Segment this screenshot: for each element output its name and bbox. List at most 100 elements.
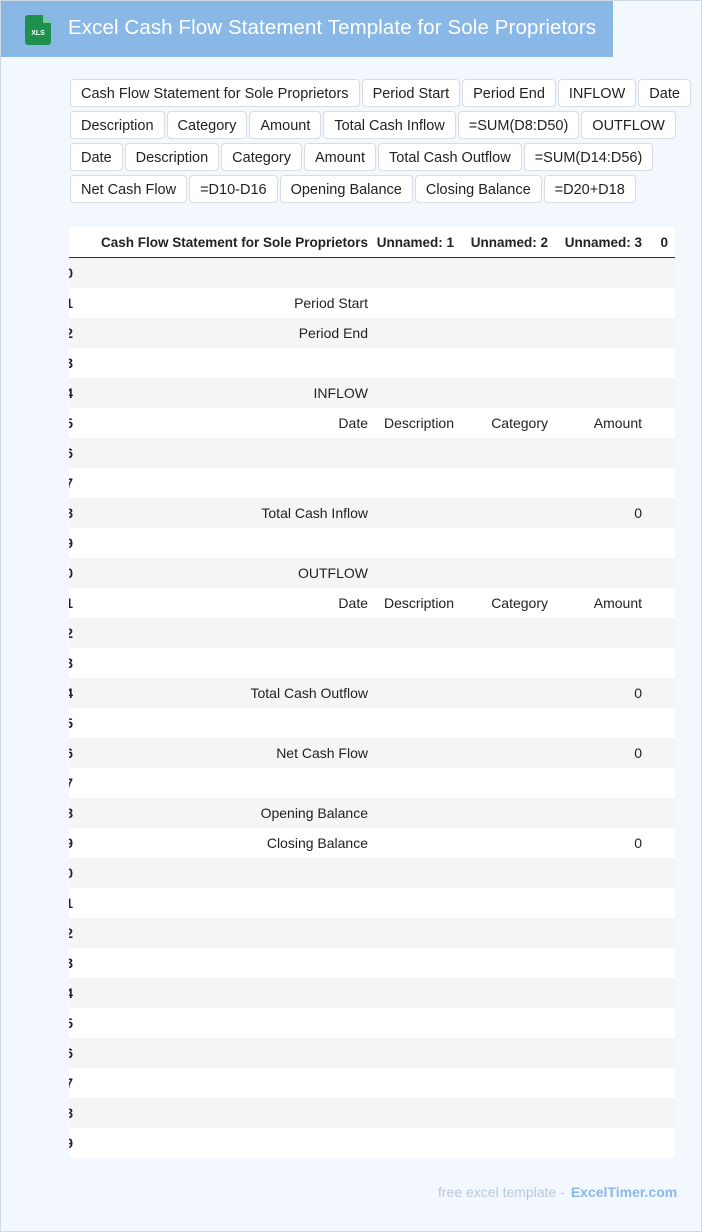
tag-item[interactable]: Category <box>221 143 303 171</box>
tag-item[interactable]: Period Start <box>361 79 461 107</box>
table-cell <box>468 558 562 588</box>
table-cell <box>656 798 675 828</box>
tag-item[interactable]: =SUM(D8:D50) <box>457 111 580 139</box>
table-cell <box>562 858 656 888</box>
table-cell: OUTFLOW <box>73 558 374 588</box>
table-cell <box>73 1098 374 1128</box>
table-row: 14Total Cash Outflow0 <box>69 678 675 708</box>
table-cell <box>562 438 656 468</box>
table-cell <box>562 528 656 558</box>
table-cell <box>656 1098 675 1128</box>
table-row: 7 <box>69 468 675 498</box>
table-row: 5 Date Description Category Amount <box>69 408 675 438</box>
table-cell <box>562 378 656 408</box>
table-cell <box>468 1008 562 1038</box>
table-cell <box>562 978 656 1008</box>
table-cell: Date <box>73 408 374 438</box>
table-cell <box>374 257 468 288</box>
table-cell <box>562 618 656 648</box>
table-cell <box>73 1008 374 1038</box>
table-cell <box>562 1008 656 1038</box>
excel-file-icon: XLS <box>25 15 51 45</box>
table-cell <box>656 618 675 648</box>
table-row: 23 <box>69 948 675 978</box>
tag-item[interactable]: Description <box>124 143 220 171</box>
table-cell: INFLOW <box>73 378 374 408</box>
tag-item[interactable]: =SUM(D14:D56) <box>523 143 654 171</box>
tag-item[interactable]: Date <box>638 79 691 107</box>
tag-item[interactable]: Opening Balance <box>279 175 413 203</box>
table-cell <box>73 438 374 468</box>
table-cell <box>73 918 374 948</box>
table-cell <box>468 978 562 1008</box>
table-row: 25 <box>69 1008 675 1038</box>
table-cell <box>656 378 675 408</box>
header-col-1: Unnamed: 1 <box>374 227 468 258</box>
table-row: 6 <box>69 438 675 468</box>
tag-item[interactable]: Amount <box>304 143 376 171</box>
tag-item[interactable]: OUTFLOW <box>581 111 676 139</box>
table-cell <box>562 948 656 978</box>
tag-item[interactable]: Amount <box>249 111 322 139</box>
tag-item[interactable]: Period End <box>462 79 556 107</box>
table-row: 24 <box>69 978 675 1008</box>
table-cell <box>468 468 562 498</box>
table-cell: Period End <box>73 318 374 348</box>
table-cell <box>374 1128 468 1158</box>
table-cell <box>656 257 675 288</box>
table-cell <box>374 498 468 528</box>
table-cell <box>562 558 656 588</box>
tag-item[interactable]: Category <box>166 111 248 139</box>
table-row: 20 <box>69 858 675 888</box>
tag-item[interactable]: INFLOW <box>557 79 637 107</box>
table-cell <box>468 918 562 948</box>
tag-item[interactable]: Total Cash Inflow <box>323 111 456 139</box>
data-table-container: Cash Flow Statement for Sole Proprietors… <box>69 227 675 1158</box>
table-cell: Opening Balance <box>73 798 374 828</box>
tag-item[interactable]: =D20+D18 <box>543 175 636 203</box>
table-cell <box>73 348 374 378</box>
table-cell <box>656 588 675 618</box>
table-cell <box>562 708 656 738</box>
table-row: 22 <box>69 918 675 948</box>
table-cell <box>562 468 656 498</box>
tag-item[interactable]: Date <box>70 143 123 171</box>
table-row: 1 Period Start <box>69 288 675 318</box>
table-cell <box>656 348 675 378</box>
tag-item[interactable]: =D10-D16 <box>189 175 278 203</box>
table-row: 0 <box>69 257 675 288</box>
table-cell <box>374 468 468 498</box>
table-cell <box>562 888 656 918</box>
tag-item[interactable]: Description <box>70 111 165 139</box>
tag-item[interactable]: Cash Flow Statement for Sole Proprietors <box>70 79 360 107</box>
table-cell <box>562 348 656 378</box>
tag-item[interactable]: Closing Balance <box>414 175 542 203</box>
table-cell <box>468 1038 562 1068</box>
table-cell <box>468 738 562 768</box>
header-col-2: Unnamed: 2 <box>468 227 562 258</box>
footer-brand-link[interactable]: ExcelTimer.com <box>571 1184 677 1200</box>
table-cell: 0 <box>562 498 656 528</box>
table-cell <box>656 738 675 768</box>
table-cell <box>656 648 675 678</box>
page-frame: XLS Excel Cash Flow Statement Template f… <box>0 0 702 1232</box>
table-cell <box>374 888 468 918</box>
table-cell <box>468 288 562 318</box>
table-cell <box>562 648 656 678</box>
table-cell <box>374 558 468 588</box>
table-cell <box>562 257 656 288</box>
table-cell <box>73 468 374 498</box>
table-cell <box>468 708 562 738</box>
table-cell <box>374 528 468 558</box>
table-cell: Amount <box>562 588 656 618</box>
table-cell <box>374 768 468 798</box>
table-cell <box>374 1038 468 1068</box>
tag-item[interactable]: Total Cash Outflow <box>378 143 522 171</box>
table-cell <box>468 348 562 378</box>
table-cell: Date <box>73 588 374 618</box>
tag-item[interactable]: Net Cash Flow <box>70 175 188 203</box>
table-row: 3 <box>69 348 675 378</box>
header-col-3: Unnamed: 3 <box>562 227 656 258</box>
table-row: 19Closing Balance0 <box>69 828 675 858</box>
table-cell <box>374 1068 468 1098</box>
